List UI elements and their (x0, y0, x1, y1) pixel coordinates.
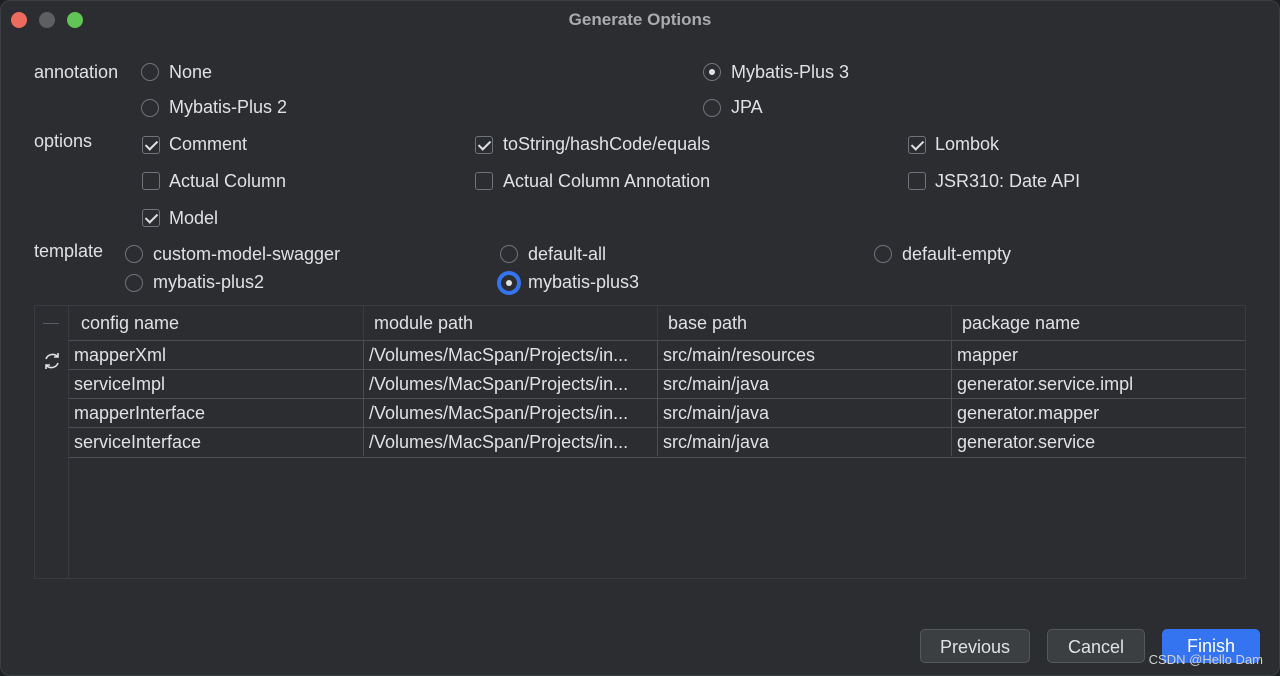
cell-config-name[interactable]: mapperInterface (69, 399, 364, 427)
template-mybatis-plus2-label[interactable]: mybatis-plus2 (153, 272, 264, 293)
refresh-icon[interactable] (41, 350, 63, 372)
config-table: config name module path base path packag… (34, 305, 1246, 579)
tostring-hashcode-equals-checkbox[interactable] (475, 136, 493, 154)
template-mybatis-plus3-radio[interactable] (500, 274, 518, 292)
cell-package-name[interactable]: generator.mapper (952, 399, 1245, 427)
lombok-label[interactable]: Lombok (935, 134, 999, 155)
options-label: options (34, 131, 93, 151)
template-default-empty-radio[interactable] (874, 245, 892, 263)
template-custom-model-swagger-radio[interactable] (125, 245, 143, 263)
annotation-mybatis-plus3-label[interactable]: Mybatis-Plus 3 (731, 62, 849, 83)
generate-options-dialog: Generate Options annotation None Mybatis… (0, 0, 1280, 676)
template-default-all-label[interactable]: default-all (528, 244, 606, 265)
watermark: CSDN @Hello Dam (1148, 652, 1263, 667)
cell-config-name[interactable]: serviceImpl (69, 370, 364, 398)
lombok-checkbox[interactable] (908, 136, 926, 154)
header-package-name[interactable]: package name (952, 306, 1245, 340)
cell-module-path[interactable]: /Volumes/MacSpan/Projects/in... (364, 341, 658, 369)
annotation-mybatis-plus2-radio[interactable] (141, 99, 159, 117)
template-default-empty-label[interactable]: default-empty (902, 244, 1011, 265)
cell-base-path[interactable]: src/main/java (658, 428, 952, 456)
annotation-none-label[interactable]: None (169, 62, 212, 83)
table-row[interactable]: mapperInterface /Volumes/MacSpan/Project… (69, 398, 1245, 428)
model-checkbox[interactable] (142, 209, 160, 227)
previous-button[interactable]: Previous (920, 629, 1030, 663)
cell-config-name[interactable]: serviceInterface (69, 428, 364, 456)
cell-base-path[interactable]: src/main/java (658, 399, 952, 427)
table-gutter (35, 306, 69, 578)
annotation-jpa-label[interactable]: JPA (731, 97, 763, 118)
cell-module-path[interactable]: /Volumes/MacSpan/Projects/in... (364, 370, 658, 398)
template-default-all-radio[interactable] (500, 245, 518, 263)
table-row[interactable]: serviceImpl /Volumes/MacSpan/Projects/in… (69, 369, 1245, 399)
template-custom-model-swagger-label[interactable]: custom-model-swagger (153, 244, 340, 265)
title-bar: Generate Options (1, 1, 1279, 39)
jsr310-date-api-label[interactable]: JSR310: Date API (935, 171, 1080, 192)
template-mybatis-plus2-radio[interactable] (125, 274, 143, 292)
jsr310-date-api-checkbox[interactable] (908, 172, 926, 190)
remove-row-icon[interactable] (43, 323, 59, 324)
annotation-jpa-radio[interactable] (703, 99, 721, 117)
cell-package-name[interactable]: mapper (952, 341, 1245, 369)
window-title: Generate Options (568, 10, 712, 29)
cell-base-path[interactable]: src/main/java (658, 370, 952, 398)
table-row[interactable]: mapperXml /Volumes/MacSpan/Projects/in..… (69, 340, 1245, 370)
actual-column-checkbox[interactable] (142, 172, 160, 190)
tostring-hashcode-equals-label[interactable]: toString/hashCode/equals (503, 134, 710, 155)
template-mybatis-plus3-label[interactable]: mybatis-plus3 (528, 272, 639, 293)
annotation-mybatis-plus2-label[interactable]: Mybatis-Plus 2 (169, 97, 287, 118)
header-config-name[interactable]: config name (69, 306, 364, 340)
cell-base-path[interactable]: src/main/resources (658, 341, 952, 369)
annotation-none-radio[interactable] (141, 63, 159, 81)
cell-package-name[interactable]: generator.service.impl (952, 370, 1245, 398)
comment-checkbox[interactable] (142, 136, 160, 154)
annotation-label: annotation (34, 62, 119, 82)
comment-label[interactable]: Comment (169, 134, 247, 155)
model-label[interactable]: Model (169, 208, 218, 229)
actual-column-annotation-checkbox[interactable] (475, 172, 493, 190)
cell-module-path[interactable]: /Volumes/MacSpan/Projects/in... (364, 399, 658, 427)
cancel-button[interactable]: Cancel (1047, 629, 1145, 663)
cell-config-name[interactable]: mapperXml (69, 341, 364, 369)
header-base-path[interactable]: base path (658, 306, 952, 340)
actual-column-annotation-label[interactable]: Actual Column Annotation (503, 171, 710, 192)
table-row[interactable]: serviceInterface /Volumes/MacSpan/Projec… (69, 427, 1245, 458)
template-label: template (34, 241, 104, 261)
header-module-path[interactable]: module path (364, 306, 658, 340)
cell-module-path[interactable]: /Volumes/MacSpan/Projects/in... (364, 428, 658, 456)
annotation-mybatis-plus3-radio[interactable] (703, 63, 721, 81)
actual-column-label[interactable]: Actual Column (169, 171, 286, 192)
cell-package-name[interactable]: generator.service (952, 428, 1245, 456)
